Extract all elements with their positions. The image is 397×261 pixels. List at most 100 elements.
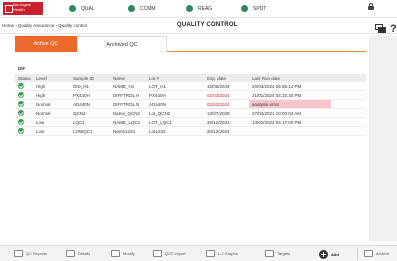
cell-exp-date: 01/03/2024 [207,101,230,107]
col-header-last-run[interactable]: Last Run date [249,74,331,82]
cell-lot: Lot1234 [149,128,166,134]
modify-button[interactable]: Modify [111,250,135,257]
cell-last-run: analysis error [249,100,331,108]
status-ok-icon [128,5,135,12]
cell-sample-id: LQC1 [73,119,85,125]
cell-last-run: 20/03/2024 05:56:14 PM [252,83,302,89]
cell-lot: PX440H [149,92,166,98]
graph-icon [206,250,215,257]
add-button[interactable]: Add [319,250,339,259]
col-header-status[interactable]: Status [15,74,33,82]
table-row[interactable]: Low LQC1 NAME_LQC1 LOT_LQC1 20/12/2024 13/02/… [15,118,366,127]
status-reag[interactable]: REAG [186,5,212,12]
status-ok-icon [18,92,24,98]
cell-level: Low [36,128,45,134]
edit-icon [111,250,120,257]
lj-graphs-button[interactable]: L-J Graphs [206,250,238,257]
status-ok-icon [18,110,24,116]
status-ok-icon [18,119,24,125]
cell-lot: AD440N [149,101,167,107]
cell-lot: Lot_QCN2 [149,110,171,116]
status-label: QUAL [81,5,95,12]
status-label: SPDT [253,5,267,12]
status-spdt[interactable]: SPDT [241,5,266,12]
col-header-sample-id[interactable]: Sample ID [70,74,110,82]
add-icon [319,250,328,259]
import-icon [153,250,162,257]
cell-level: Normal [36,101,51,107]
cell-level: High [36,92,46,98]
status-ok-icon [186,5,193,12]
scrollbar-track[interactable] [369,36,397,241]
qc-table: Status Level Sample ID Name Lot # Exp. d… [15,74,366,136]
tab-active-qc[interactable]: Active QC [15,36,77,52]
col-header-lot[interactable]: Lot # [146,74,204,82]
archive-icon [364,250,373,257]
status-ccmm[interactable]: CCMM [128,5,156,12]
qc-panel: Active QC Archived QC DIF Status Level S… [15,36,366,241]
screens-icon[interactable] [375,24,387,33]
header-row: Home › Quality Assurance › Quality contr… [0,18,397,34]
table-row[interactable]: Normal QCN2 Name_QCN2 Lot_QCN2 12/07/2029 27/… [15,109,366,118]
cell-exp-date: 15/06/2044 [207,83,230,89]
cell-sample-id: DID_H1 [73,83,90,89]
cell-last-run: 27/04/2021 10:00:04 AM [252,110,302,116]
cell-name: Name_QCN2 [113,110,141,116]
cell-exp-date: 20/12/2024 [207,119,230,125]
status-ok-icon [241,5,248,12]
help-icon[interactable]: ? [390,23,397,35]
cell-sample-id: PX440H [73,92,90,98]
cell-last-run: 21/01/2024 04:15:40 PM [252,92,302,98]
cell-name: Name1234 [113,128,136,134]
table-header: Status Level Sample ID Name Lot # Exp. d… [15,74,366,82]
table-row[interactable]: Normal AD440N DIFFTROL N AD440N 01/03/2024 an… [15,100,366,109]
status-label: REAG [198,5,213,12]
status-ok-icon [69,5,76,12]
cell-name: DIFFTROL N [113,101,140,107]
page-title: QUALITY CONTROL [177,22,238,28]
status-ok-icon [18,83,24,89]
table-row[interactable]: High DID_H1 NAME_H1 LOT_H1 15/06/2044 20/03/2… [15,82,366,91]
col-header-level[interactable]: Level [33,74,70,82]
cell-level: Low [36,119,45,125]
cell-exp-date: 01/03/2024 [207,92,230,98]
tab-archived-qc[interactable]: Archived QC [77,36,167,52]
tab-bar: Active QC Archived QC [15,36,366,52]
app-logo: Bio-Ingelo Health [3,2,43,15]
cell-level: Normal [36,110,51,116]
cell-name: NAME_LQC1 [113,119,141,125]
cell-sample-id: QCN2 [73,110,86,116]
cell-name: NAME_H1 [113,83,135,89]
toolbar-divider [357,248,358,260]
details-icon [66,250,75,257]
cell-exp-date: 20/12/2024 [207,128,230,134]
cell-sample-id: LOWQC1 [73,128,93,134]
cell-level: High [36,83,46,89]
table-row[interactable]: Low LOWQC1 Name1234 Lot1234 20/12/2024 [15,127,366,136]
section-label: DIF [18,66,26,71]
col-header-name[interactable]: Name [110,74,146,82]
status-label: CCMM [140,5,156,12]
cell-lot: LOT_LQC1 [149,119,173,125]
table-row[interactable]: High PX440H DIFFTROL H PX440H 01/03/2024 21/0… [15,91,366,100]
breadcrumb[interactable]: Home › Quality Assurance › Quality contr… [2,23,87,28]
cell-exp-date: 12/07/2029 [207,110,230,116]
details-button[interactable]: Details [66,250,90,257]
qcf-import-button[interactable]: QCF import [153,250,186,257]
status-ok-icon [18,128,24,134]
report-icon [14,250,23,257]
lock-icon[interactable] [368,3,374,10]
status-ok-icon [18,101,24,107]
targets-button[interactable]: Targets [265,250,290,257]
cell-lot: LOT_H1 [149,83,167,89]
archive-button[interactable]: Archive [364,250,389,257]
cell-name: DIFFTROL H [113,92,140,98]
col-header-exp-date[interactable]: Exp. date [204,74,249,82]
cell-last-run [249,127,331,135]
top-status-bar: Bio-Ingelo Health QUAL CCMM REAG SPDT [0,0,397,18]
cell-last-run: 13/02/2024 04:17:00 PM [252,119,302,125]
qc-reports-button[interactable]: QC Reports [14,250,47,257]
status-qual[interactable]: QUAL [69,5,95,12]
target-icon [265,250,274,257]
bottom-toolbar: QC Reports Details Modify QCF import L-J… [0,245,397,261]
